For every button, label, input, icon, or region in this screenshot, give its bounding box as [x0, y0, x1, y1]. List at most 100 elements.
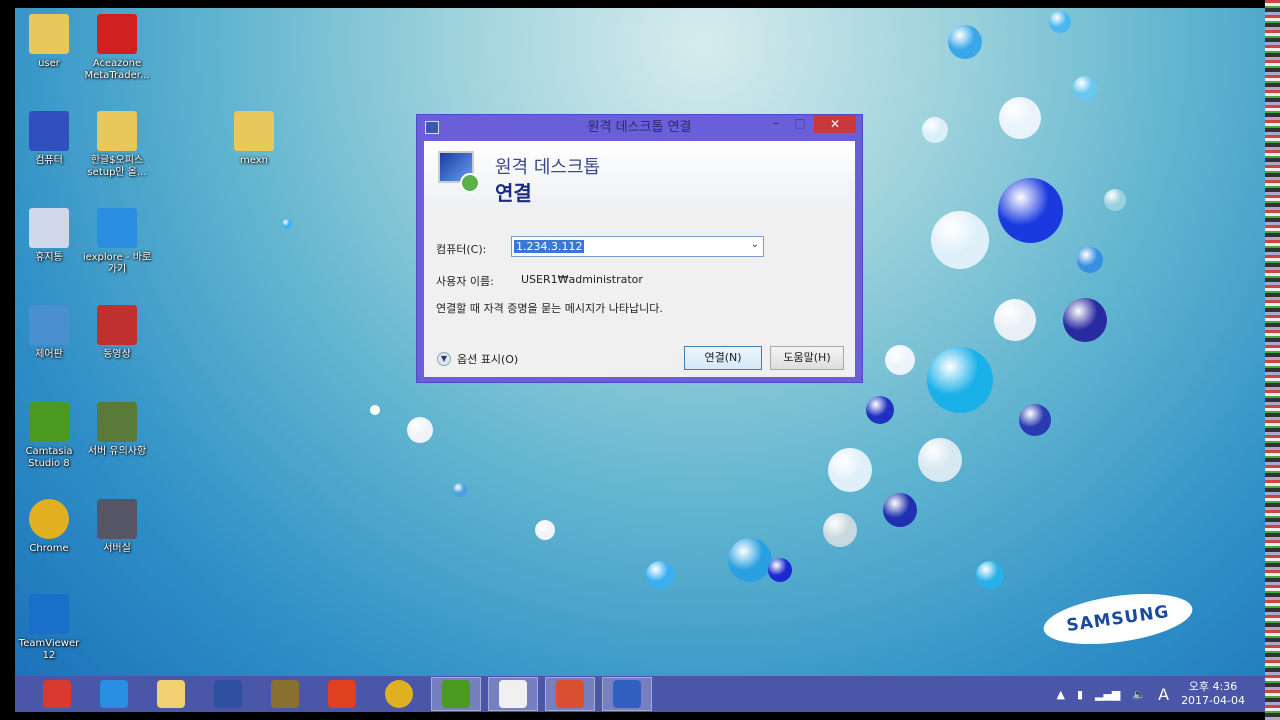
desktop-icon[interactable]: mexn: [219, 111, 289, 167]
taskbar-file-explorer-button[interactable]: [146, 677, 196, 711]
desktop-icon[interactable]: iexplore - 바로 가기: [82, 208, 152, 276]
control-panel-icon: [29, 305, 69, 345]
desktop-icon[interactable]: user: [15, 14, 84, 70]
desktop-icon[interactable]: Camtasia Studio 8: [15, 402, 84, 470]
desktop-icon[interactable]: 서버실: [82, 499, 152, 555]
bubble: [1077, 247, 1103, 273]
bubble: [866, 396, 894, 424]
bubble: [918, 438, 962, 482]
connect-button[interactable]: 연결(N): [684, 346, 762, 370]
camtasia-icon: [29, 402, 69, 442]
bubble: [370, 405, 380, 415]
taskbar-shutdown-button[interactable]: [32, 677, 82, 711]
bubble: [922, 117, 948, 143]
computer-combobox[interactable]: 1.234.3.112 ⌄: [511, 236, 764, 257]
taskbar-office-button[interactable]: [317, 677, 367, 711]
desktop-icon-label: user: [38, 58, 60, 69]
bubble: [823, 513, 857, 547]
taskbar-powerpoint-button[interactable]: [545, 677, 595, 711]
aceazone-icon: [97, 14, 137, 54]
desktop-icon[interactable]: 동영상: [82, 305, 152, 361]
user-value: USER1₩administrator: [521, 273, 643, 286]
bubble: [768, 558, 792, 582]
minimize-button[interactable]: –: [764, 115, 788, 133]
rdp-small-icon: [425, 121, 439, 134]
remote-desktop-icon: [438, 151, 480, 193]
taskbar-remote-desktop-button[interactable]: [602, 677, 652, 711]
taskbar-help-button[interactable]: [203, 677, 253, 711]
bubble: [997, 177, 1063, 243]
chrome-icon: [385, 680, 413, 708]
bubble: [885, 345, 915, 375]
bubble: [282, 219, 292, 229]
desktop-icon-label: 휴지통: [35, 252, 63, 263]
user-label: 사용자 이름:: [436, 275, 494, 288]
taskbar-internet-explorer-button[interactable]: [89, 677, 139, 711]
dialog-titlebar[interactable]: 원격 데스크톱 연결 – □ ✕: [417, 115, 862, 141]
desktop-icon-label: TeamViewer 12: [18, 638, 80, 661]
desktop-icon-label: 한글$오피스 setup만 올...: [87, 155, 147, 178]
chevron-down-icon[interactable]: ⌄: [751, 239, 759, 250]
desktop-icon[interactable]: Chrome: [15, 499, 84, 555]
desktop-icon-label: Chrome: [29, 543, 69, 554]
volume-icon[interactable]: 🔈: [1132, 688, 1146, 701]
dialog-title: 원격 데스크톱 연결: [587, 120, 692, 135]
close-button[interactable]: ✕: [814, 115, 856, 133]
maximize-button[interactable]: □: [788, 115, 812, 133]
signal-icon[interactable]: ▂▄▆: [1095, 688, 1120, 701]
computer-value: 1.234.3.112: [514, 240, 585, 253]
powerpoint-icon: [556, 680, 584, 708]
network-icon[interactable]: ▮: [1077, 688, 1083, 701]
desktop-icon[interactable]: 한글$오피스 setup만 올...: [82, 111, 152, 179]
bubble: [1049, 11, 1071, 33]
bubble: [976, 561, 1004, 589]
remote-desktop-icon: [613, 680, 641, 708]
bubble: [948, 25, 982, 59]
desktop-icon[interactable]: 서버 유의사항: [82, 402, 152, 458]
samsung-logo: SAMSUNG: [1040, 585, 1196, 653]
image-icon: [97, 499, 137, 539]
show-hidden-icons-button[interactable]: ▲: [1056, 688, 1064, 701]
archive-icon: [271, 680, 299, 708]
taskbar-archive-button[interactable]: [260, 677, 310, 711]
bubble: [994, 299, 1036, 341]
desktop-icon[interactable]: 컴퓨터: [15, 111, 84, 167]
desktop-icon[interactable]: 휴지통: [15, 208, 84, 264]
header-line1: 원격 데스크톱: [495, 157, 601, 178]
chevron-circle-down-icon: ▼: [437, 352, 451, 366]
help-button[interactable]: 도움말(H): [770, 346, 844, 370]
video-noise-strip: [1265, 0, 1280, 720]
videos-folder-icon: [97, 305, 137, 345]
bubble: [453, 483, 467, 497]
computer-icon: [29, 111, 69, 151]
desktop-icon-label: 서버실: [103, 543, 131, 554]
desktop-icon-label: 동영상: [103, 349, 131, 360]
internet-explorer-icon: [97, 208, 137, 248]
camtasia-studio-icon: [442, 680, 470, 708]
clock[interactable]: 오후 4:36 2017-04-04: [1181, 680, 1245, 708]
desktop-icon[interactable]: TeamViewer 12: [15, 594, 84, 662]
bubble: [883, 493, 917, 527]
bubble: [728, 538, 772, 582]
desktop-icon-label: Aceazone MetaTrader...: [84, 58, 150, 81]
file-explorer-icon: [157, 680, 185, 708]
taskbar-camtasia-studio-button[interactable]: [431, 677, 481, 711]
taskbar-chrome-button[interactable]: [374, 677, 424, 711]
show-options-toggle[interactable]: ▼ 옵션 표시(O): [437, 351, 518, 367]
desktop-icon[interactable]: 제어판: [15, 305, 84, 361]
desktop-icon-label: mexn: [240, 155, 268, 166]
bubble: [535, 520, 555, 540]
computer-label: 컴퓨터(C):: [436, 243, 487, 256]
taskbar-camtasia-recorder-button[interactable]: [488, 677, 538, 711]
internet-explorer-icon: [100, 680, 128, 708]
ime-indicator[interactable]: A: [1158, 685, 1169, 704]
header-line2: 연결: [495, 181, 532, 205]
dialog-body: 컴퓨터(C): 1.234.3.112 ⌄ 사용자 이름: USER1₩admi…: [424, 207, 855, 377]
clock-date: 2017-04-04: [1181, 694, 1245, 707]
remote-desktop-dialog: 원격 데스크톱 연결 – □ ✕ 원격 데스크톱 연결 컴퓨터(C): 1.23…: [416, 114, 863, 383]
folder-icon: [97, 111, 137, 151]
desktop-icon-label: 서버 유의사항: [87, 446, 147, 457]
desktop-icon[interactable]: Aceazone MetaTrader...: [82, 14, 152, 82]
bubble: [1104, 189, 1126, 211]
help-icon: [214, 680, 242, 708]
